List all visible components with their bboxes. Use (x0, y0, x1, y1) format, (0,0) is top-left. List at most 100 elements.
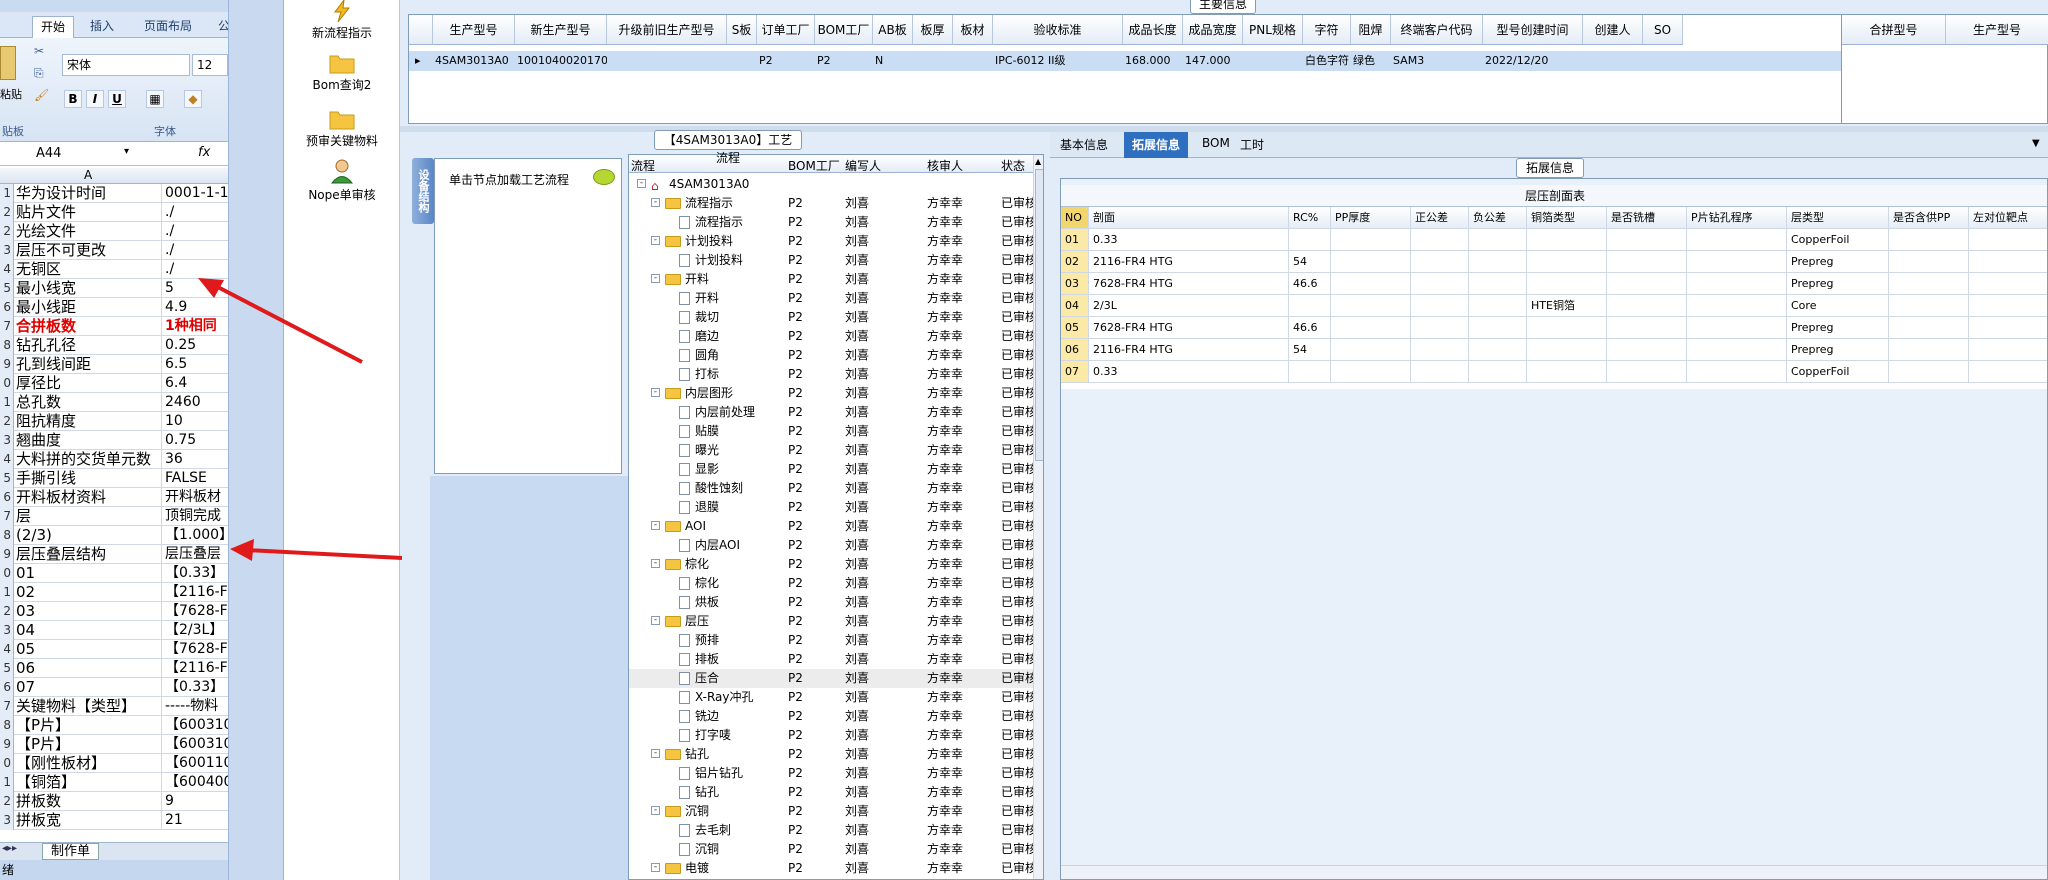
collapse-icon[interactable]: - (651, 236, 660, 245)
layer-cell[interactable] (1687, 273, 1787, 295)
cell-b[interactable]: 10 (163, 412, 228, 431)
layer-cell[interactable] (1289, 229, 1331, 251)
main-info-cell[interactable] (1583, 51, 1643, 71)
layer-cell[interactable] (1411, 295, 1469, 317)
cell-a[interactable]: 阻抗精度 (14, 412, 162, 431)
excel-row[interactable]: 7 合拼板数 1种相同 (0, 317, 228, 336)
layer-cell[interactable] (1687, 361, 1787, 383)
layer-cell[interactable] (1469, 339, 1527, 361)
layer-cell[interactable]: 54 (1289, 339, 1331, 361)
excel-row[interactable]: 1 02 【2116-F (0, 583, 228, 602)
cell-b[interactable]: 【0.33】 (163, 564, 228, 583)
process-header-reviewer[interactable]: 核审人 (927, 157, 963, 174)
layer-cell[interactable] (1469, 229, 1527, 251)
layer-cell[interactable] (1331, 361, 1411, 383)
row-number[interactable]: 0 (0, 564, 14, 583)
table-row[interactable]: ▸ 4SAM3013A0 10010400201700 P2 P2 N IPC-6012 I… (409, 51, 1843, 71)
cell-b[interactable]: 【600310 (163, 716, 228, 735)
row-number[interactable]: 4 (0, 260, 14, 279)
layer-cell[interactable] (1527, 251, 1607, 273)
excel-row[interactable]: 7 关键物料【类型】 -----物料 (0, 697, 228, 716)
cell-a[interactable]: 02 (14, 583, 162, 602)
row-number[interactable]: 6 (0, 678, 14, 697)
tree-node[interactable]: 内层前处理 P2 刘喜 方幸幸 已审核 (629, 403, 1037, 422)
process-header-flow[interactable]: 流程 (631, 157, 655, 174)
tree-node[interactable]: 烘板 P2 刘喜 方幸幸 已审核 (629, 593, 1037, 612)
main-info-header-cell[interactable]: 终端客户代码 (1391, 15, 1483, 45)
table-row[interactable]: 06 2116-FR4 HTG 54 Prepreg (1061, 339, 2047, 361)
cell-a[interactable]: 【P片】 (14, 735, 162, 754)
row-number[interactable]: 1 (0, 583, 14, 602)
tree-node[interactable]: 裁切 P2 刘喜 方幸幸 已审核 (629, 308, 1037, 327)
layer-cell[interactable]: 7628-FR4 HTG (1089, 317, 1289, 339)
table-row[interactable]: 04 2/3L HTE铜箔 Core (1061, 295, 2047, 317)
layer-cell[interactable] (1889, 317, 1969, 339)
table-row[interactable]: 01 0.33 CopperFoil (1061, 229, 2047, 251)
main-info-cell[interactable] (1243, 51, 1303, 71)
layer-cell[interactable] (1607, 295, 1687, 317)
tree-node[interactable]: 铝片钻孔 P2 刘喜 方幸幸 已审核 (629, 764, 1037, 783)
excel-row[interactable]: 8 (2/3) 【1.000】 (0, 526, 228, 545)
layer-cell[interactable] (1607, 317, 1687, 339)
layer-cell[interactable] (1607, 361, 1687, 383)
layer-cell[interactable] (1969, 229, 2047, 251)
underline-button[interactable]: U (108, 90, 126, 108)
excel-row[interactable]: 8 钻孔孔径 0.25 (0, 336, 228, 355)
layer-cell[interactable] (1527, 339, 1607, 361)
layer-header-cell[interactable]: P片钻孔程序 (1687, 207, 1787, 229)
cell-b[interactable]: 4.9 (163, 298, 228, 317)
excel-row[interactable]: 3 04 【2/3L】 (0, 621, 228, 640)
layer-cell[interactable] (1687, 339, 1787, 361)
row-number[interactable]: 1 (0, 773, 14, 792)
excel-row[interactable]: 2 拼板数 9 (0, 792, 228, 811)
layer-cell[interactable] (1411, 273, 1469, 295)
layer-cell[interactable] (1969, 251, 2047, 273)
main-info-cell[interactable] (953, 51, 993, 71)
tab-insert[interactable]: 插入 (82, 16, 122, 38)
layer-cell[interactable] (1889, 273, 1969, 295)
layer-cell[interactable]: 06 (1061, 339, 1089, 361)
cell-b[interactable]: 【2/3L】 (163, 621, 228, 640)
tab-page-layout[interactable]: 页面布局 (136, 16, 200, 38)
cell-a[interactable]: 【铜箔】 (14, 773, 162, 792)
excel-row[interactable]: 2 贴片文件 ./ (0, 203, 228, 222)
launcher-nope-review[interactable]: Nope单审核 (284, 158, 400, 203)
layer-header-cell[interactable]: RC% (1289, 207, 1331, 229)
layer-cell[interactable]: Core (1787, 295, 1889, 317)
cell-b[interactable]: 层压叠层 (163, 545, 228, 564)
tree-node[interactable]: - AOI P2 刘喜 方幸幸 已审核 (629, 517, 1037, 536)
layer-header-cell[interactable]: 铜箔类型 (1527, 207, 1607, 229)
cell-a[interactable]: 层 (14, 507, 162, 526)
tree-node[interactable]: X-Ray冲孔 P2 刘喜 方幸幸 已审核 (629, 688, 1037, 707)
cell-b[interactable]: 21 (163, 811, 228, 830)
excel-row[interactable]: 6 开料板材资料 开料板材 (0, 488, 228, 507)
cell-a[interactable]: 总孔数 (14, 393, 162, 412)
tree-node[interactable]: - 层压 P2 刘喜 方幸幸 已审核 (629, 612, 1037, 631)
collapse-icon[interactable]: - (651, 274, 660, 283)
collapse-icon[interactable]: - (651, 863, 660, 872)
cell-a[interactable]: 07 (14, 678, 162, 697)
layer-cell[interactable] (1607, 229, 1687, 251)
cell-a[interactable]: 层压叠层结构 (14, 545, 162, 564)
merge-header-production-model[interactable]: 生产型号 (1946, 15, 2048, 45)
cell-b[interactable]: 【7628-F (163, 640, 228, 659)
tree-node[interactable]: 排板 P2 刘喜 方幸幸 已审核 (629, 650, 1037, 669)
cell-b[interactable]: -----物料 (163, 697, 228, 716)
tree-node[interactable]: 开料 P2 刘喜 方幸幸 已审核 (629, 289, 1037, 308)
row-number[interactable]: 8 (0, 716, 14, 735)
layer-header-cell[interactable]: 剖面 (1089, 207, 1289, 229)
excel-row[interactable]: 5 最小线宽 5 (0, 279, 228, 298)
layer-cell[interactable] (1411, 251, 1469, 273)
layer-cell[interactable]: 03 (1061, 273, 1089, 295)
layer-cell[interactable] (1289, 361, 1331, 383)
main-info-cell[interactable]: N (873, 51, 913, 71)
main-info-cell[interactable]: 4SAM3013A0 (433, 51, 515, 71)
excel-row[interactable]: 5 06 【2116-F (0, 659, 228, 678)
layer-cell[interactable]: 02 (1061, 251, 1089, 273)
layer-header-cell[interactable]: 正公差 (1411, 207, 1469, 229)
main-info-cell[interactable]: P2 (757, 51, 815, 71)
cell-b[interactable]: 【600310 (163, 735, 228, 754)
tree-node[interactable]: 计划投料 P2 刘喜 方幸幸 已审核 (629, 251, 1037, 270)
layer-cell[interactable] (1411, 317, 1469, 339)
row-number[interactable]: 9 (0, 735, 14, 754)
